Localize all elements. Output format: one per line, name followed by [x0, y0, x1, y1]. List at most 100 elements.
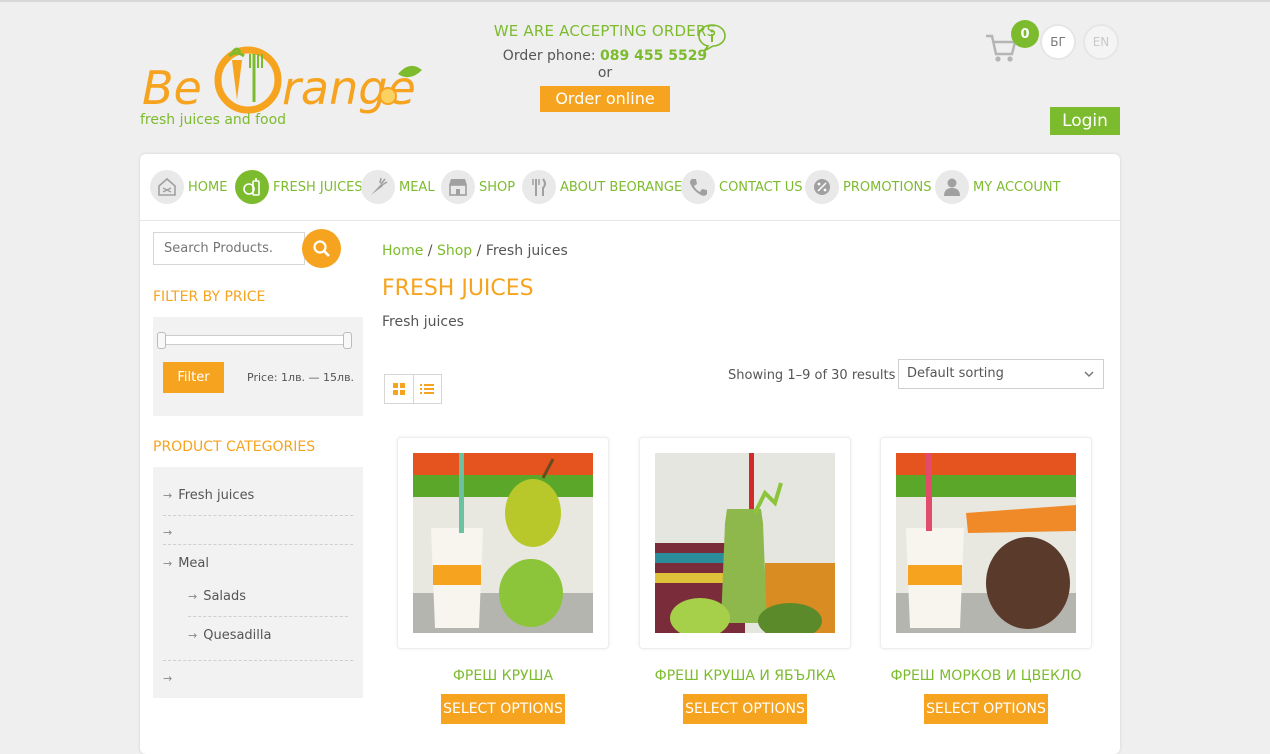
home-icon — [150, 170, 184, 204]
nav-home-label: HOME — [188, 179, 228, 195]
nav-contact[interactable]: CONTACT US — [681, 169, 803, 205]
breadcrumb: Home / Shop / Fresh juices — [382, 243, 568, 259]
arrow-right-icon: → — [163, 672, 173, 685]
brand-logo[interactable]: Be range fresh juices and food — [140, 38, 440, 134]
user-icon — [935, 170, 969, 204]
arrow-right-icon: → — [163, 557, 173, 570]
category-list: → Fresh juices → → Meal → Salads → Quesadill… — [153, 467, 363, 698]
product-card[interactable]: ФРЕШ КРУША И ЯБЪЛКА SELECT OPTIONS — [639, 437, 851, 724]
category-label: Quesadilla — [203, 628, 272, 643]
search-icon — [312, 239, 330, 257]
product-name[interactable]: ФРЕШ КРУША — [397, 668, 609, 684]
breadcrumb-separator: / — [472, 243, 486, 259]
nav-fresh-juices[interactable]: FRESH JUICES — [235, 169, 363, 205]
select-options-button[interactable]: SELECT OPTIONS — [441, 694, 565, 724]
select-options-button[interactable]: SELECT OPTIONS — [683, 694, 807, 724]
product-name[interactable]: ФРЕШ МОРКОВ И ЦВЕКЛО — [880, 668, 1092, 684]
logo-graphic: Be range — [142, 46, 422, 115]
order-phone-number[interactable]: 089 455 5529 — [600, 48, 707, 64]
svg-text:range: range — [282, 61, 416, 115]
nav-home[interactable]: HOME — [150, 169, 227, 205]
category-meal[interactable]: → Meal — [163, 556, 209, 571]
chevron-down-icon — [1084, 371, 1094, 378]
category-salads[interactable]: → Salads — [188, 589, 246, 604]
carrot-beetroot-juice-photo — [896, 453, 1076, 633]
filter-by-price-title: FILTER BY PRICE — [153, 289, 266, 305]
order-info: WE ARE ACCEPTING ORDERS Order phone: 089… — [470, 22, 740, 112]
category-label: Fresh juices — [178, 488, 255, 503]
price-slider-min-handle[interactable] — [157, 332, 166, 349]
divider — [188, 616, 348, 617]
category-label: Meal — [178, 556, 210, 571]
divider — [163, 660, 353, 661]
product-card[interactable]: ФРЕШ МОРКОВ И ЦВЕКЛО SELECT OPTIONS — [880, 437, 1092, 724]
product-card[interactable]: ФРЕШ КРУША SELECT OPTIONS — [397, 437, 609, 724]
breadcrumb-home-link[interactable]: Home — [382, 243, 423, 259]
language-bg-button[interactable]: БГ — [1040, 24, 1076, 60]
login-button[interactable]: Login — [1050, 107, 1120, 135]
nav-fresh-juices-label: FRESH JUICES — [273, 179, 363, 195]
grid-view-button[interactable] — [385, 375, 414, 403]
product-image[interactable] — [397, 437, 609, 649]
price-range-label: Price: 1лв. — 15лв. — [247, 371, 355, 384]
sorting-value: Default sorting — [907, 366, 1004, 381]
nav-my-account-label: MY ACCOUNT — [973, 179, 1061, 195]
search-button[interactable] — [302, 229, 341, 268]
percent-icon — [805, 170, 839, 204]
nav-about[interactable]: ABOUT BEORANGE — [522, 169, 682, 205]
view-toggle — [384, 374, 442, 404]
top-border — [0, 0, 1270, 2]
breadcrumb-separator: / — [423, 243, 437, 259]
select-options-button[interactable]: SELECT OPTIONS — [924, 694, 1048, 724]
arrow-right-icon: → — [163, 489, 173, 502]
main-nav: HOME FRESH JUICES MEAL SHOP ABOUT BEORAN… — [140, 154, 1120, 221]
juice-icon — [235, 170, 269, 204]
product-categories-title: PRODUCT CATEGORIES — [153, 439, 316, 455]
category-unnamed[interactable]: → — [163, 525, 178, 540]
nav-my-account[interactable]: MY ACCOUNT — [935, 169, 1061, 205]
breadcrumb-current: Fresh juices — [485, 243, 568, 259]
svg-text:Be: Be — [142, 61, 202, 115]
product-image[interactable] — [639, 437, 851, 649]
search-input[interactable] — [153, 232, 305, 265]
category-fresh-juices[interactable]: → Fresh juices — [163, 488, 254, 503]
nav-promotions[interactable]: PROMOTIONS — [805, 169, 932, 205]
cart[interactable]: 0 — [984, 20, 1044, 70]
price-slider-max-handle[interactable] — [343, 332, 352, 349]
arrow-right-icon: → — [188, 629, 198, 642]
list-view-button[interactable] — [414, 375, 442, 403]
breadcrumb-shop-link[interactable]: Shop — [437, 243, 472, 259]
page-title: FRESH JUICES — [382, 276, 534, 301]
nav-meal[interactable]: MEAL — [361, 169, 435, 205]
main-panel: HOME FRESH JUICES MEAL SHOP ABOUT BEORAN… — [140, 154, 1120, 754]
list-icon — [420, 384, 435, 394]
carrot-icon — [361, 170, 395, 204]
results-count: Showing 1–9 of 30 results — [728, 368, 896, 383]
arrow-right-icon: → — [163, 526, 173, 539]
order-online-button[interactable]: Order online — [540, 86, 670, 112]
shop-icon — [441, 170, 475, 204]
pear-juice-photo — [413, 453, 593, 633]
category-unnamed[interactable]: → — [163, 671, 178, 686]
filter-button[interactable]: Filter — [163, 362, 224, 393]
nav-shop[interactable]: SHOP — [441, 169, 515, 205]
language-en-button[interactable]: EN — [1083, 24, 1119, 60]
brand-tagline: fresh juices and food — [140, 112, 287, 128]
category-label: Salads — [203, 589, 247, 604]
nav-meal-label: MEAL — [399, 179, 435, 195]
sorting-select[interactable]: Default sorting — [898, 359, 1104, 389]
price-filter: Filter Price: 1лв. — 15лв. — [153, 317, 363, 416]
category-quesadilla[interactable]: → Quesadilla — [188, 628, 271, 643]
nav-about-label: ABOUT BEORANGE — [560, 179, 683, 195]
or-text: or — [597, 65, 613, 81]
cart-count-badge: 0 — [1011, 20, 1039, 48]
product-name[interactable]: ФРЕШ КРУША И ЯБЪЛКА — [639, 668, 851, 684]
phone-icon — [681, 170, 715, 204]
nav-promotions-label: PROMOTIONS — [843, 179, 932, 195]
page-description: Fresh juices — [382, 314, 464, 330]
nav-contact-label: CONTACT US — [719, 179, 803, 195]
order-phone-label: Order phone: — [502, 48, 596, 64]
price-slider[interactable] — [157, 332, 352, 349]
product-image[interactable] — [880, 437, 1092, 649]
nav-shop-label: SHOP — [479, 179, 516, 195]
